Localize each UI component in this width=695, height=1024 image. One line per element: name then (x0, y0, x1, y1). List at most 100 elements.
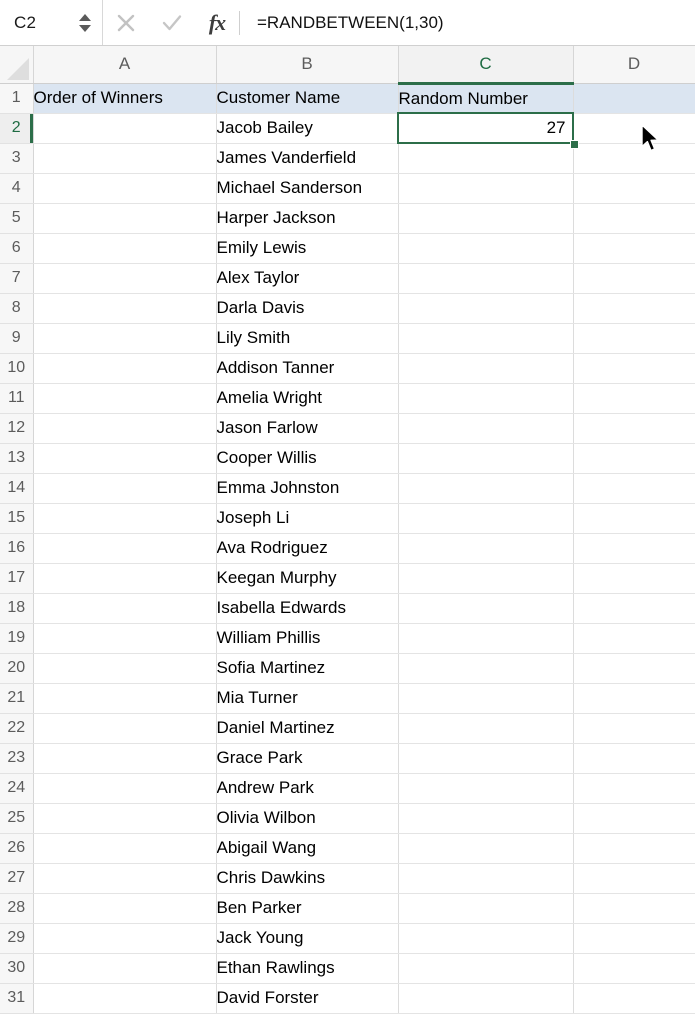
cell-B22[interactable]: Daniel Martinez (216, 713, 399, 744)
cell-B9[interactable]: Lily Smith (216, 323, 399, 354)
cell-A4[interactable] (33, 173, 217, 204)
cell-A23[interactable] (33, 743, 217, 774)
cell-B28[interactable]: Ben Parker (216, 893, 399, 924)
cell-D29[interactable] (573, 923, 695, 954)
cell-A8[interactable] (33, 293, 217, 324)
cell-D3[interactable] (573, 143, 695, 174)
cell-B20[interactable]: Sofia Martinez (216, 653, 399, 684)
row-header-12[interactable]: 12 (0, 413, 34, 444)
cell-B11[interactable]: Amelia Wright (216, 383, 399, 414)
cell-C23[interactable] (398, 743, 574, 774)
cell-D6[interactable] (573, 233, 695, 264)
column-header-c[interactable]: C (398, 46, 574, 85)
cell-D31[interactable] (573, 983, 695, 1014)
cell-A26[interactable] (33, 833, 217, 864)
cell-A29[interactable] (33, 923, 217, 954)
cell-C13[interactable] (398, 443, 574, 474)
cell-A12[interactable] (33, 413, 217, 444)
cell-B29[interactable]: Jack Young (216, 923, 399, 954)
cell-B6[interactable]: Emily Lewis (216, 233, 399, 264)
cell-A13[interactable] (33, 443, 217, 474)
cell-A7[interactable] (33, 263, 217, 294)
cell-C6[interactable] (398, 233, 574, 264)
cell-D5[interactable] (573, 203, 695, 234)
cell-B15[interactable]: Joseph Li (216, 503, 399, 534)
cell-D22[interactable] (573, 713, 695, 744)
cell-B18[interactable]: Isabella Edwards (216, 593, 399, 624)
cell-C8[interactable] (398, 293, 574, 324)
row-header-8[interactable]: 8 (0, 293, 34, 324)
cell-A17[interactable] (33, 563, 217, 594)
row-header-21[interactable]: 21 (0, 683, 34, 714)
cell-B1[interactable]: Customer Name (216, 83, 399, 114)
row-header-15[interactable]: 15 (0, 503, 34, 534)
row-header-5[interactable]: 5 (0, 203, 34, 234)
row-header-13[interactable]: 13 (0, 443, 34, 474)
row-header-29[interactable]: 29 (0, 923, 34, 954)
cell-A18[interactable] (33, 593, 217, 624)
column-header-b[interactable]: B (216, 46, 399, 84)
row-header-30[interactable]: 30 (0, 953, 34, 984)
cell-D11[interactable] (573, 383, 695, 414)
cell-C3[interactable] (398, 143, 574, 174)
spreadsheet-grid[interactable]: A B C D 1 Order of Winners Customer Name Ra… (0, 46, 695, 1024)
cell-D21[interactable] (573, 683, 695, 714)
spinner-down-icon[interactable] (79, 24, 91, 32)
select-all-button[interactable] (0, 46, 34, 84)
cell-A27[interactable] (33, 863, 217, 894)
cell-C1[interactable]: Random Number (398, 83, 574, 114)
cell-A28[interactable] (33, 893, 217, 924)
cell-B30[interactable]: Ethan Rawlings (216, 953, 399, 984)
cell-D15[interactable] (573, 503, 695, 534)
cell-C19[interactable] (398, 623, 574, 654)
name-box[interactable]: C2 (0, 0, 103, 45)
cell-A1[interactable]: Order of Winners (33, 83, 217, 114)
row-header-22[interactable]: 22 (0, 713, 34, 744)
cell-C18[interactable] (398, 593, 574, 624)
cell-D9[interactable] (573, 323, 695, 354)
cell-A5[interactable] (33, 203, 217, 234)
cell-D23[interactable] (573, 743, 695, 774)
row-header-16[interactable]: 16 (0, 533, 34, 564)
cell-D8[interactable] (573, 293, 695, 324)
cell-D27[interactable] (573, 863, 695, 894)
row-header-18[interactable]: 18 (0, 593, 34, 624)
cell-B2[interactable]: Jacob Bailey (216, 113, 399, 144)
cell-B24[interactable]: Andrew Park (216, 773, 399, 804)
cell-B4[interactable]: Michael Sanderson (216, 173, 399, 204)
row-header-26[interactable]: 26 (0, 833, 34, 864)
cell-D26[interactable] (573, 833, 695, 864)
cell-A11[interactable] (33, 383, 217, 414)
row-header-2[interactable]: 2 (0, 113, 34, 144)
cell-C30[interactable] (398, 953, 574, 984)
cell-B31[interactable]: David Forster (216, 983, 399, 1014)
cell-B10[interactable]: Addison Tanner (216, 353, 399, 384)
row-header-3[interactable]: 3 (0, 143, 34, 174)
name-box-spinner[interactable] (79, 13, 91, 32)
cell-A14[interactable] (33, 473, 217, 504)
cell-C2[interactable]: 27 (398, 113, 574, 144)
cell-A9[interactable] (33, 323, 217, 354)
cell-A22[interactable] (33, 713, 217, 744)
cell-B3[interactable]: James Vanderfield (216, 143, 399, 174)
cell-B25[interactable]: Olivia Wilbon (216, 803, 399, 834)
cell-C4[interactable] (398, 173, 574, 204)
cell-B7[interactable]: Alex Taylor (216, 263, 399, 294)
cell-C9[interactable] (398, 323, 574, 354)
cell-A20[interactable] (33, 653, 217, 684)
cell-B13[interactable]: Cooper Willis (216, 443, 399, 474)
cell-C11[interactable] (398, 383, 574, 414)
cell-C5[interactable] (398, 203, 574, 234)
cell-C14[interactable] (398, 473, 574, 504)
row-header-4[interactable]: 4 (0, 173, 34, 204)
cell-C15[interactable] (398, 503, 574, 534)
cell-D12[interactable] (573, 413, 695, 444)
row-header-14[interactable]: 14 (0, 473, 34, 504)
column-header-d[interactable]: D (573, 46, 695, 84)
row-header-9[interactable]: 9 (0, 323, 34, 354)
cell-B21[interactable]: Mia Turner (216, 683, 399, 714)
cell-B17[interactable]: Keegan Murphy (216, 563, 399, 594)
cell-D10[interactable] (573, 353, 695, 384)
cell-D20[interactable] (573, 653, 695, 684)
cancel-formula-button[interactable] (103, 0, 149, 46)
